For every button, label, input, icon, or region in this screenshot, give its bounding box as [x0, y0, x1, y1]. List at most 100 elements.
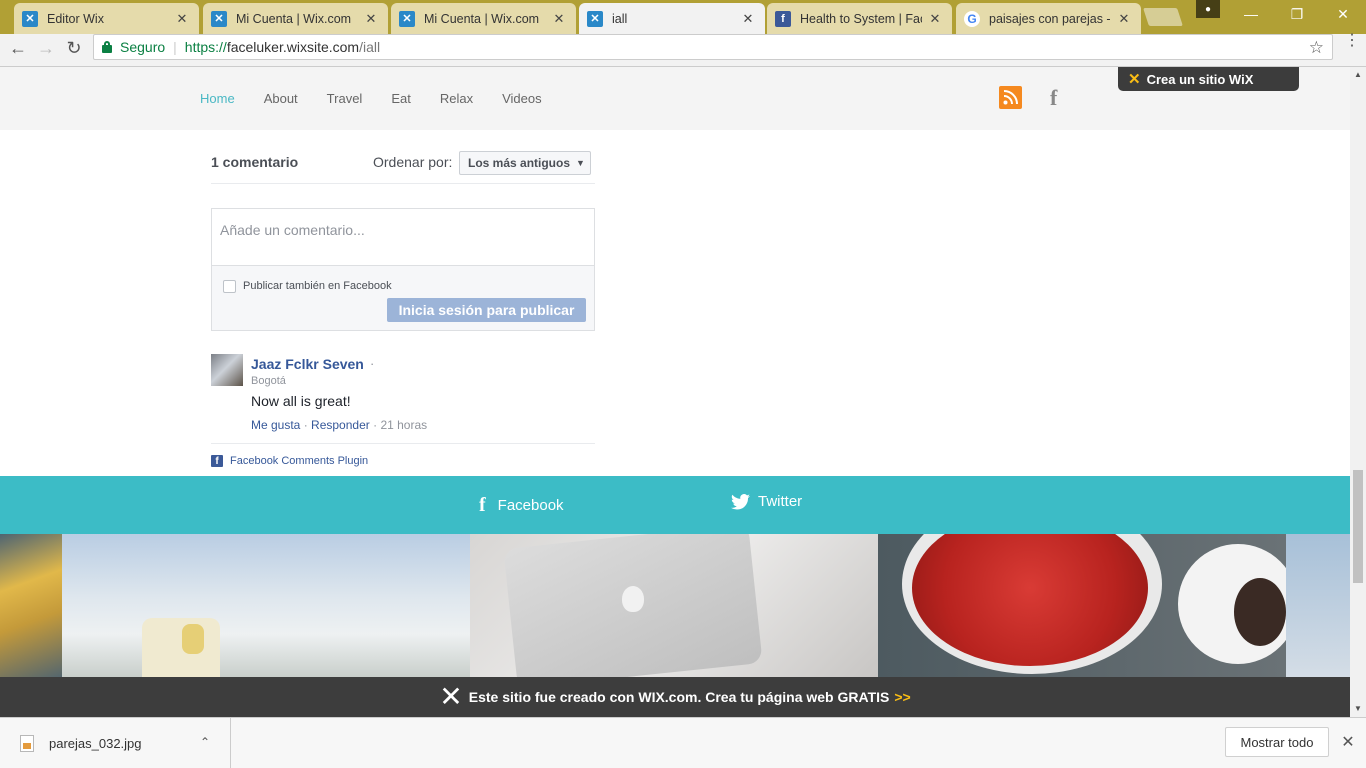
order-select[interactable]: Los más antiguos ▼ [459, 151, 591, 175]
gallery-image-sky[interactable] [1286, 534, 1350, 677]
order-label: Ordenar por: [373, 154, 453, 170]
drink-shape [142, 618, 220, 677]
tab-title: Editor Wix [47, 11, 104, 26]
facebook-comments: 1 comentario Ordenar por: Los más antigu… [211, 130, 595, 467]
browser-tab[interactable]: ✕ Editor Wix ✕ [14, 3, 199, 34]
also-facebook-label: Publicar también en Facebook [243, 280, 392, 292]
image-file-icon [20, 734, 34, 752]
comment-count: 1 comentario [211, 154, 299, 170]
wix-favicon-icon: ✕ [211, 10, 227, 27]
scroll-down-icon[interactable]: ▼ [1350, 701, 1366, 715]
wix-logo-icon: ✕ [439, 680, 463, 713]
secure-label: Seguro [120, 39, 166, 55]
wix-logo-icon: ✕ [1128, 71, 1141, 88]
tab-title: Health to System | Faceb [800, 11, 922, 26]
rss-glyph-icon [1003, 90, 1018, 105]
wix-favicon-icon: ✕ [22, 10, 38, 27]
downloads-bar: parejas_032.jpg ⌃ Mostrar todo ✕ [0, 717, 1366, 768]
avatar[interactable] [211, 354, 243, 386]
wix-footer-ad[interactable]: ✕ Este sitio fue creado con WIX.com. Cre… [0, 677, 1350, 717]
profile-icon[interactable]: ● [1196, 0, 1220, 18]
gallery-image-drink[interactable] [62, 534, 470, 677]
browser-tab[interactable]: f Health to System | Faceb ✕ [767, 3, 952, 34]
like-link[interactable]: Me gusta [251, 418, 300, 432]
pineapple-shape [182, 624, 204, 654]
back-icon[interactable]: ← [6, 36, 30, 60]
chevron-up-icon[interactable]: ⌃ [200, 735, 210, 749]
google-favicon-icon: G [964, 10, 980, 27]
login-to-post-button[interactable]: Inicia sesión para publicar [387, 298, 586, 322]
close-tab-icon[interactable]: ✕ [928, 11, 942, 27]
new-tab-button[interactable] [1143, 8, 1183, 26]
comments-plugin-link[interactable]: f Facebook Comments Plugin [211, 455, 368, 467]
close-window-icon[interactable]: ✕ [1320, 0, 1366, 28]
twitter-link[interactable]: Twitter [731, 493, 802, 510]
close-tab-icon[interactable]: ✕ [175, 11, 189, 27]
close-tab-icon[interactable]: ✕ [1117, 11, 1131, 27]
close-tab-icon[interactable]: ✕ [552, 11, 566, 27]
rss-icon[interactable] [999, 86, 1022, 109]
facebook-icon[interactable]: f [1050, 85, 1057, 111]
site-nav: Home About Travel Eat Relax Videos [200, 91, 571, 106]
scroll-up-icon[interactable]: ▲ [1350, 67, 1366, 81]
author-separator: · [370, 356, 375, 371]
comment-actions: Me gusta · Responder · 21 horas [251, 418, 427, 432]
reply-link[interactable]: Responder [311, 418, 370, 432]
close-tab-icon[interactable]: ✕ [364, 11, 378, 27]
download-item[interactable]: parejas_032.jpg ⌃ [0, 718, 231, 768]
tab-title: paisajes con parejas - G [989, 11, 1111, 26]
apple-logo-icon [622, 586, 644, 612]
site-header: Home About Travel Eat Relax Videos f ✕ C… [0, 67, 1350, 130]
gallery-image-laptop[interactable] [470, 534, 878, 677]
forward-icon[interactable]: → [34, 36, 58, 60]
wix-favicon-icon: ✕ [587, 10, 603, 27]
close-icon[interactable]: ✕ [1339, 732, 1357, 752]
browser-tab[interactable]: ✕ Mi Cuenta | Wix.com ✕ [391, 3, 576, 34]
also-facebook-checkbox[interactable] [223, 280, 236, 293]
nav-home[interactable]: Home [200, 91, 235, 106]
comment-text: Now all is great! [251, 393, 351, 409]
facebook-link[interactable]: f Facebook [479, 494, 564, 517]
browser-tab[interactable]: ✕ Mi Cuenta | Wix.com ✕ [203, 3, 388, 34]
gallery-image-chips[interactable] [0, 534, 62, 677]
tab-strip: ✕ Editor Wix ✕ ✕ Mi Cuenta | Wix.com ✕ ✕… [0, 0, 1366, 34]
comment-input[interactable]: Añade un comentario... [212, 209, 594, 266]
page-viewport: Home About Travel Eat Relax Videos f ✕ C… [0, 67, 1350, 717]
nav-eat[interactable]: Eat [391, 91, 411, 106]
wix-footer-text: Este sitio fue creado con WIX.com. Crea … [468, 689, 890, 705]
address-bar[interactable]: Seguro | https://faceluker.wixsite.com/i… [93, 34, 1333, 60]
nav-videos[interactable]: Videos [502, 91, 542, 106]
url-text: https://faceluker.wixsite.com/iall [185, 39, 380, 55]
facebook-label: Facebook [497, 497, 564, 514]
tab-title: iall [612, 11, 628, 26]
download-filename: parejas_032.jpg [49, 735, 142, 751]
page-scrollbar[interactable]: ▲ ▼ [1350, 67, 1366, 717]
restore-icon[interactable]: ❐ [1274, 0, 1320, 28]
tab-title: Mi Cuenta | Wix.com [236, 11, 352, 26]
nav-relax[interactable]: Relax [440, 91, 473, 106]
action-separator: · [303, 418, 312, 432]
scrollbar-thumb[interactable] [1353, 470, 1363, 583]
reload-icon[interactable]: ↻ [62, 36, 86, 60]
comment-author[interactable]: Jaaz Fclkr Seven [251, 356, 364, 372]
twitter-label: Twitter [758, 493, 803, 510]
browser-menu-icon[interactable]: ⋮ [1344, 33, 1360, 49]
browser-tab-active[interactable]: ✕ iall ✕ [579, 3, 765, 34]
facebook-favicon-icon: f [775, 10, 791, 27]
nav-about[interactable]: About [264, 91, 298, 106]
bookmark-star-icon[interactable]: ☆ [1309, 38, 1324, 58]
image-gallery [0, 534, 1350, 677]
close-tab-icon[interactable]: ✕ [741, 11, 755, 27]
address-separator: | [173, 39, 177, 55]
order-value: Los más antiguos [468, 156, 571, 170]
comment-location: Bogotá [251, 375, 286, 387]
create-wix-site-badge[interactable]: ✕ Crea un sitio WiX [1118, 67, 1299, 91]
comment-time[interactable]: 21 horas [380, 418, 427, 432]
nav-travel[interactable]: Travel [327, 91, 363, 106]
gallery-image-strawberries[interactable] [878, 534, 1298, 677]
show-all-button[interactable]: Mostrar todo [1225, 727, 1329, 757]
comment-item: Jaaz Fclkr Seven · Bogotá Now all is gre… [211, 354, 595, 444]
url-scheme: https:// [184, 39, 227, 55]
browser-tab[interactable]: G paisajes con parejas - G ✕ [956, 3, 1141, 34]
minimize-icon[interactable]: — [1228, 0, 1274, 28]
